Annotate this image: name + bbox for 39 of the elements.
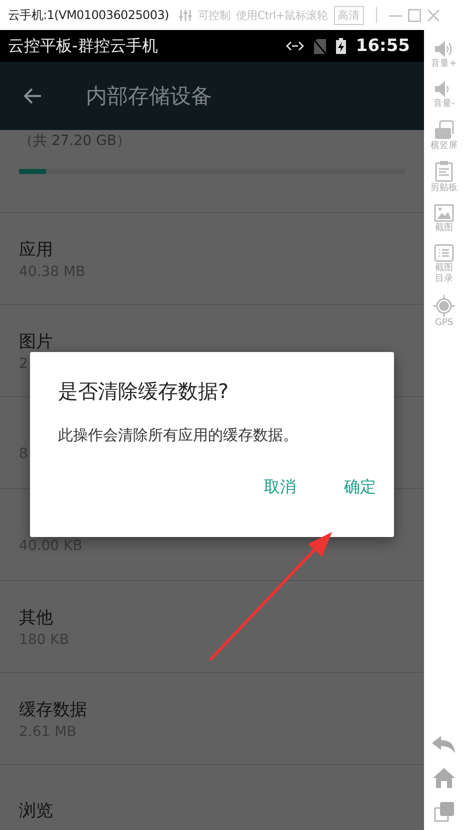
sidebar-label[interactable]: 音量+: [426, 59, 462, 70]
category-title[interactable]: 应用: [19, 238, 405, 260]
gps-icon[interactable]: [433, 294, 455, 317]
dialog-button[interactable]: 确定: [332, 473, 388, 502]
sidebar-label[interactable]: 截图: [426, 223, 462, 234]
recent-apps-icon[interactable]: [434, 802, 454, 822]
hint-text: 使用Ctrl+鼠标滚轮: [236, 8, 328, 22]
sidebar-label[interactable]: 截图目录: [434, 262, 454, 285]
image-icon[interactable]: [434, 204, 454, 222]
window-title: 云手机:1(VM010036025003): [8, 6, 169, 24]
maximize-icon[interactable]: [408, 8, 421, 22]
category-title[interactable]: 其他: [19, 606, 405, 628]
dialog-button[interactable]: 取消: [252, 473, 308, 502]
category-title[interactable]: 图片: [19, 330, 405, 352]
control-label: 可控制: [198, 8, 230, 22]
category-title[interactable]: 浏览: [19, 799, 405, 822]
dialog-message: 此操作会清除所有应用的缓存数据。: [58, 426, 299, 445]
status-title: 云控平板-群控云手机: [8, 36, 158, 56]
sliders-icon[interactable]: [178, 8, 192, 22]
list-icon[interactable]: [434, 244, 454, 262]
back-icon[interactable]: [432, 736, 456, 754]
no-sim-icon: [314, 38, 326, 54]
sidebar-label[interactable]: GPS: [426, 318, 462, 328]
speaker-loud-icon[interactable]: [434, 40, 454, 58]
dialog-title: 是否清除缓存数据?: [58, 378, 230, 405]
page-title: 内部存储设备: [86, 83, 212, 110]
back-arrow-icon[interactable]: [24, 88, 42, 104]
sidebar-label[interactable]: 音量-: [426, 98, 462, 110]
clipboard-icon[interactable]: [435, 161, 453, 182]
battery-charging-icon: [336, 38, 346, 54]
category-title[interactable]: 缓存数据: [19, 698, 405, 720]
clock: 16:55: [356, 36, 410, 56]
rotate-screen-icon[interactable]: [434, 120, 454, 140]
data-arrows-icon: [286, 41, 304, 51]
sidebar-label[interactable]: 剪贴板: [426, 183, 462, 194]
close-icon[interactable]: [426, 8, 440, 22]
quality-button[interactable]: 高清: [334, 6, 364, 24]
sidebar-label[interactable]: 横竖屏: [426, 140, 462, 152]
home-icon[interactable]: [433, 768, 455, 788]
